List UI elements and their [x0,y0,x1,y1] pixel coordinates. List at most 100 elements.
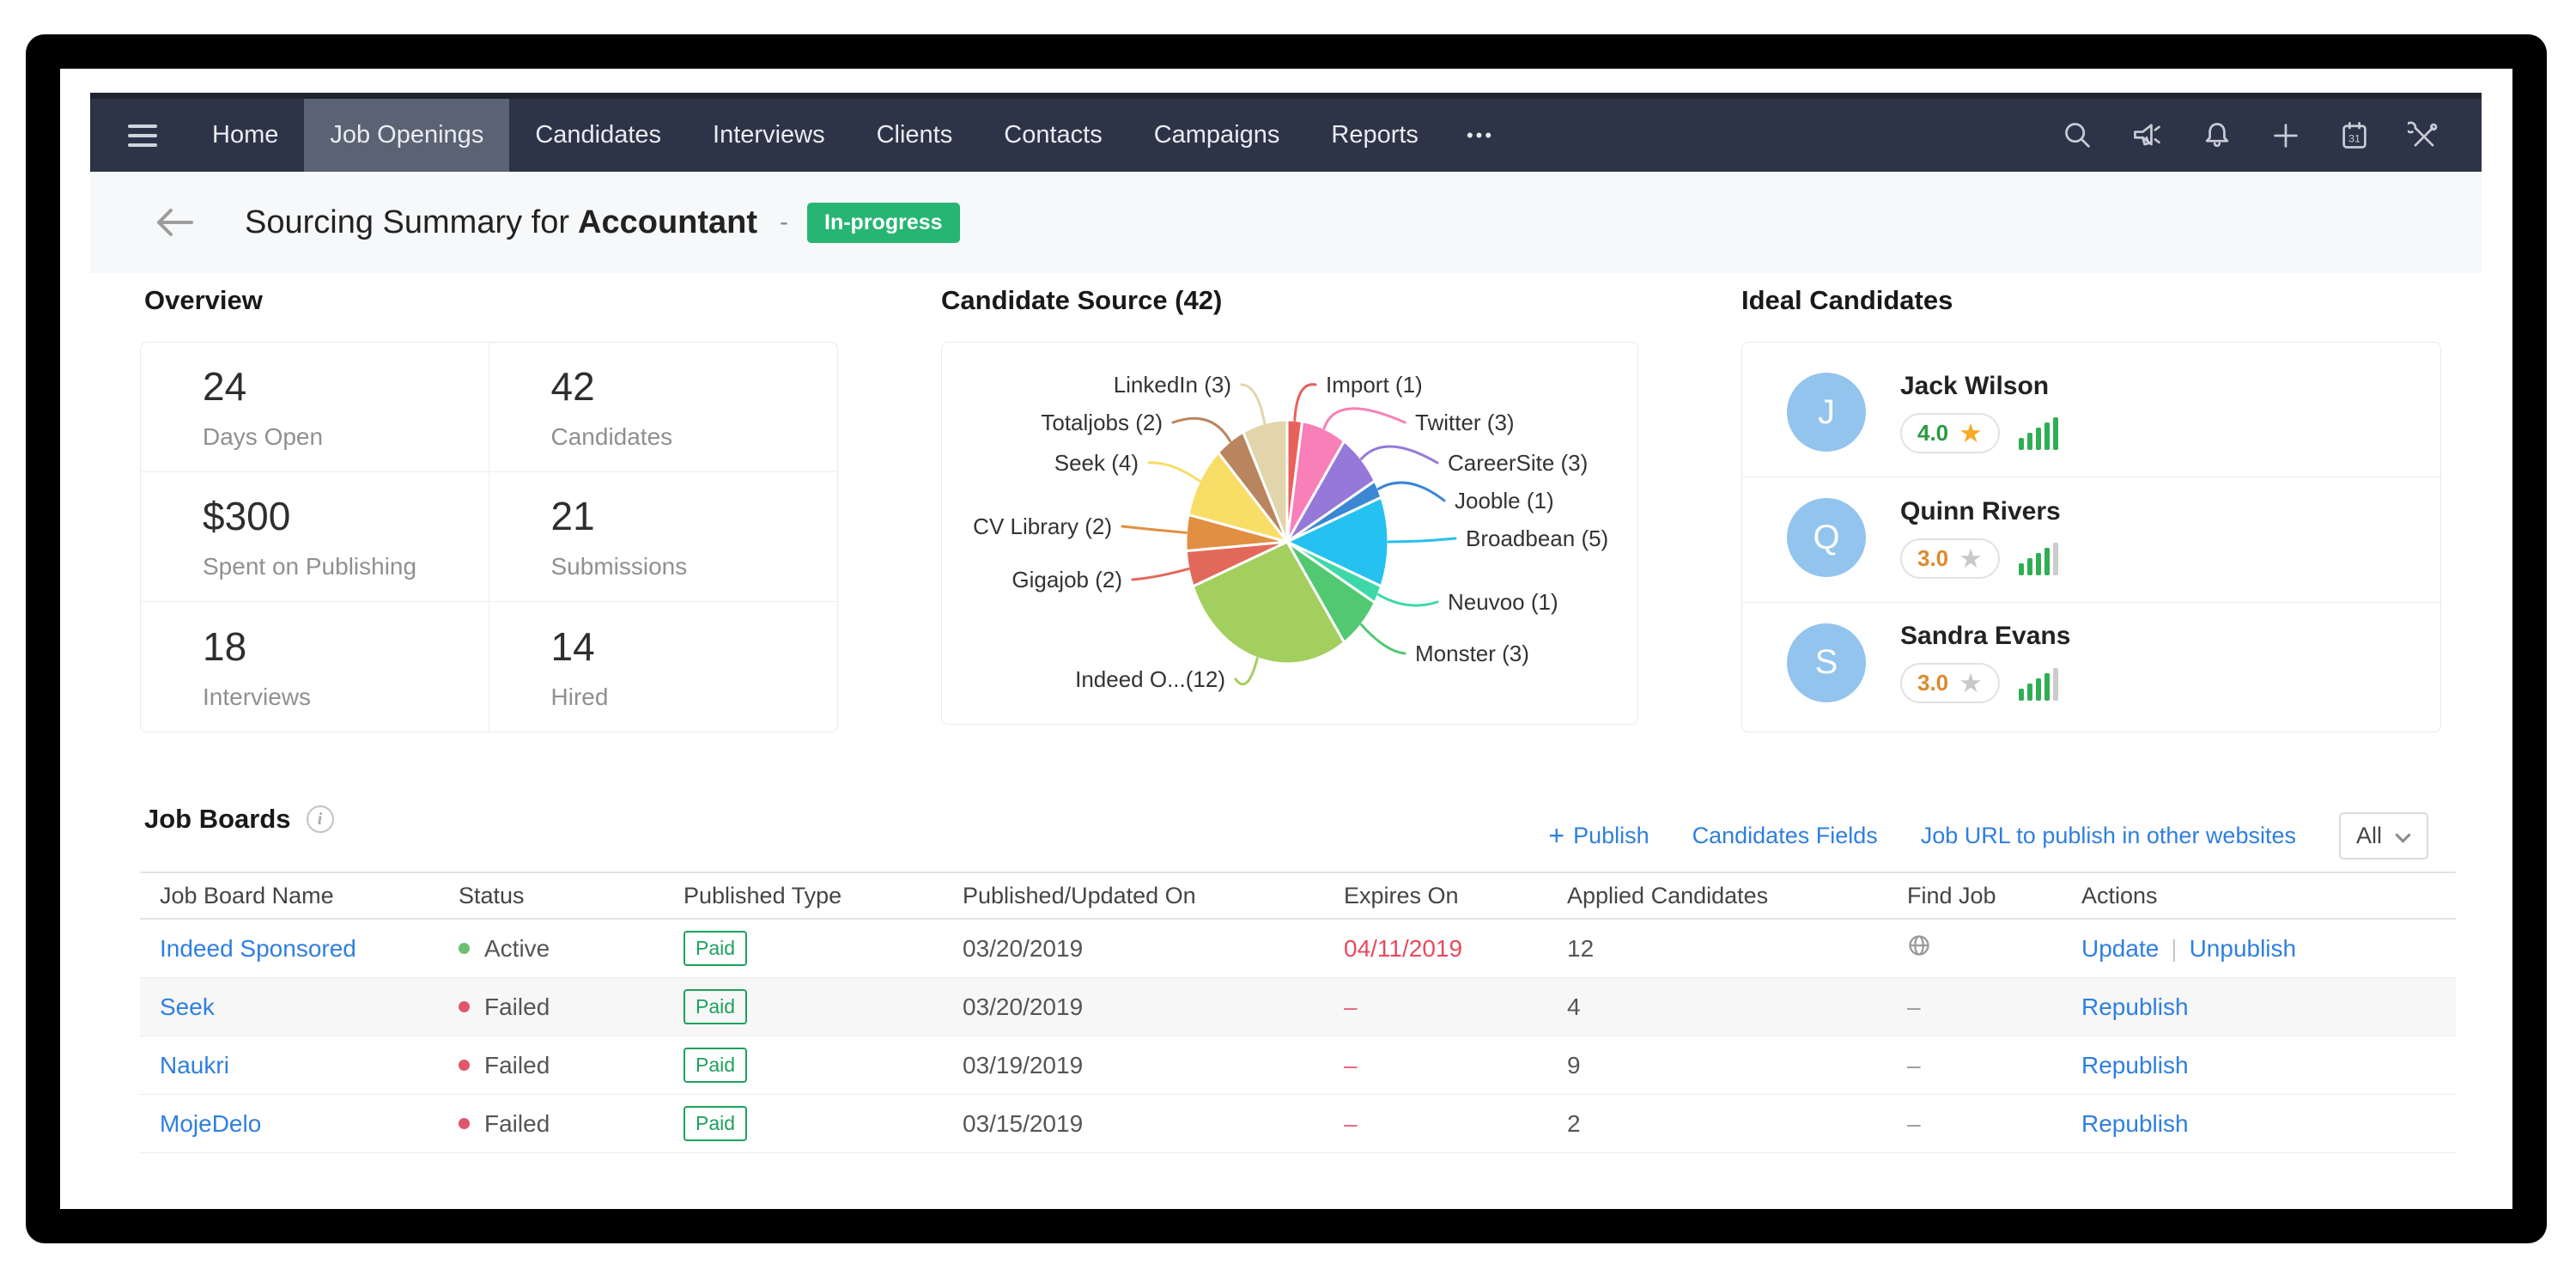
table-row-seek: SeekFailedPaid03/20/2019–4–Republish [140,978,2456,1036]
candidate-info: Quinn Rivers 3.0★ [1900,497,2062,579]
republish-link[interactable]: Republish [2081,1110,2189,1138]
status-text: Failed [484,1110,550,1138]
job-board-link-naukri[interactable]: Naukri [160,1052,229,1078]
nav-item-job-openings[interactable]: Job Openings [304,99,509,172]
board-filter-dropdown[interactable]: All [2339,812,2428,860]
signal-bars-icon [2019,666,2062,701]
cell-published-type: Paid [683,1106,963,1141]
cell-published-on: 03/20/2019 [963,993,1344,1021]
globe-icon[interactable] [1907,936,1931,963]
stat-value: 24 [203,363,489,410]
pie-leader-line-broadbean [1388,538,1455,542]
star-icon: ★ [1959,545,1983,572]
announcement-icon[interactable] [2131,120,2164,151]
table-row-naukri: NaukriFailedPaid03/19/2019–9–Republish [140,1036,2456,1095]
pie-leader-line-import [1295,385,1315,421]
overview-stats-card: 24Days Open42Candidates$300Spent on Publ… [140,342,838,732]
info-icon[interactable]: i [307,805,334,833]
republish-link[interactable]: Republish [2081,993,2189,1021]
nav-item-home[interactable]: Home [186,99,304,172]
stat-value: 42 [551,363,838,410]
table-body: Indeed SponsoredActivePaid03/20/201904/1… [140,920,2456,1153]
top-navigation-bar: HomeJob OpeningsCandidatesInterviewsClie… [90,93,2482,172]
nav-item-candidates[interactable]: Candidates [509,99,687,172]
stat-interviews: 18Interviews [141,602,489,732]
publish-button[interactable]: + Publish [1548,820,1649,852]
chevron-down-icon [2396,829,2411,844]
nav-item-contacts[interactable]: Contacts [978,99,1127,172]
candidate-name: Quinn Rivers [1900,497,2062,526]
paid-badge: Paid [683,1106,747,1141]
page-title-prefix: Sourcing Summary for [245,204,569,241]
overview-heading: Overview [144,285,263,316]
nav-more-button[interactable]: ••• [1444,99,1516,172]
stat-spent-on-publishing: $300 Spent on Publishing [141,472,489,602]
stat-candidates: 42Candidates [489,343,838,472]
setup-tools-icon[interactable] [2408,120,2440,151]
candidate-item-quinn-rivers[interactable]: Q Quinn Rivers 3.0★ [1742,477,2440,598]
add-icon[interactable] [2270,120,2301,151]
cell-job-board-name: Naukri [140,1052,459,1079]
status-text: Active [484,935,550,963]
calendar-icon[interactable]: 31 [2339,120,2370,151]
pie-leader-line-linkedin [1242,385,1265,423]
nav-item-clients[interactable]: Clients [851,99,979,172]
cell-published-on: 03/20/2019 [963,935,1344,963]
cell-find-job: – [1907,1110,2081,1138]
unpublish-link[interactable]: Unpublish [2190,935,2297,963]
stat-value: $300 [203,493,489,539]
nav-items: HomeJob OpeningsCandidatesInterviewsClie… [186,99,1444,172]
pie-label-linkedin: LinkedIn (3) [1114,372,1231,398]
nav-item-reports[interactable]: Reports [1305,99,1444,172]
job-board-link-seek[interactable]: Seek [160,993,215,1020]
pie-label-jooble: Jooble (1) [1455,488,1554,513]
pie-label-careersite: CareerSite (3) [1448,450,1588,476]
star-icon: ★ [1959,670,1983,696]
notification-bell-icon[interactable] [2202,120,2233,151]
paid-badge: Paid [683,989,747,1024]
update-link[interactable]: Update [2081,935,2159,963]
status-badge: In-progress [807,203,960,243]
candidate-name: Sandra Evans [1900,622,2070,651]
job-url-link[interactable]: Job URL to publish in other websites [1921,823,2296,849]
cell-actions: Republish [2081,1110,2436,1138]
job-board-link-indeed-sponsored[interactable]: Indeed Sponsored [160,935,356,962]
rating-pill: 3.0★ [1900,538,2000,579]
republish-link[interactable]: Republish [2081,1052,2189,1079]
job-boards-table: Job Board NameStatusPublished TypePublis… [140,872,2456,1153]
stat-value: 21 [551,493,838,539]
pie-label-gigajob: Gigajob (2) [1012,567,1122,592]
cell-applied-candidates: 4 [1567,993,1907,1021]
table-row-indeed-sponsored: Indeed SponsoredActivePaid03/20/201904/1… [140,920,2456,978]
hamburger-menu-icon[interactable] [90,99,186,172]
ideal-candidates-card: JJack Wilson4.0★ Q Quinn Rivers 3.0★ SSandra… [1741,342,2441,732]
publish-label: Publish [1573,823,1649,849]
stat-label: Spent on Publishing [203,553,489,580]
search-icon[interactable] [2063,120,2093,151]
candidate-item-sandra-evans[interactable]: SSandra Evans3.0★ [1742,602,2440,723]
back-arrow-icon[interactable] [152,205,197,240]
cell-status: Active [459,935,683,963]
title-separator: - [780,208,788,237]
candidates-fields-link[interactable]: Candidates Fields [1692,823,1878,849]
nav-item-campaigns[interactable]: Campaigns [1128,99,1306,172]
job-boards-section: Job Boards i [144,804,334,835]
status-dot [459,943,470,954]
status-dot [459,1001,470,1012]
candidate-item-jack-wilson[interactable]: JJack Wilson4.0★ [1742,352,2440,473]
pie-leader-line-careersite [1362,447,1438,463]
pie-label-monster: Monster (3) [1415,641,1529,666]
column-header-published-updated-on: Published/Updated On [963,883,1344,909]
star-icon: ★ [1959,420,1983,447]
device-frame: HomeJob OpeningsCandidatesInterviewsClie… [26,34,2547,1243]
candidate-name: Jack Wilson [1900,372,2062,401]
cell-published-on: 03/15/2019 [963,1110,1344,1138]
page-header: Sourcing Summary for Accountant - In-pro… [90,172,2482,273]
action-separator: | [2171,935,2177,963]
column-header-job-board-name: Job Board Name [140,883,459,909]
avatar: Q [1787,498,1866,577]
job-board-link-mojedelo[interactable]: MojeDelo [160,1110,261,1137]
pie-leader-line-totaljobs [1173,418,1230,440]
job-boards-heading: Job Boards [144,804,291,835]
nav-item-interviews[interactable]: Interviews [687,99,851,172]
